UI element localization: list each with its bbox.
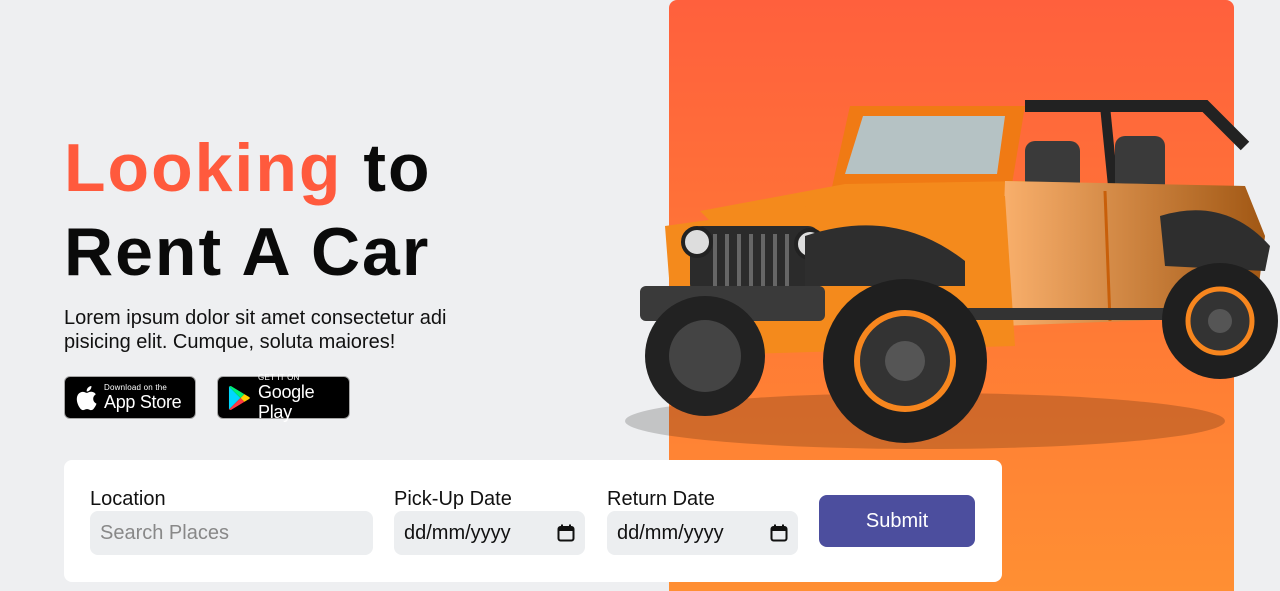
hero-title-accent: Looking — [64, 130, 343, 206]
apple-icon — [76, 385, 97, 410]
hero-title-word: to — [363, 130, 432, 206]
return-date-input[interactable]: dd/mm/yyyy — [607, 511, 798, 555]
location-label: Location — [90, 488, 166, 510]
google-play-big-text: Google Play — [258, 382, 315, 422]
app-store-small-text: Download on the — [104, 383, 168, 392]
hero-description: Lorem ipsum dolor sit amet consectetur a… — [64, 307, 447, 353]
app-store-button[interactable]: Download on the App Store — [64, 376, 196, 419]
google-play-icon — [228, 385, 250, 410]
calendar-icon[interactable] — [770, 524, 788, 542]
return-date-value: dd/mm/yyyy — [617, 521, 724, 544]
pickup-date-input[interactable]: dd/mm/yyyy — [394, 511, 585, 555]
google-play-small-text: GET IT ON — [258, 373, 300, 382]
hero-title-line2: Rent A Car — [64, 214, 431, 290]
pickup-date-value: dd/mm/yyyy — [404, 521, 511, 544]
search-form: Location Search Places Pick-Up Date dd/m… — [64, 460, 1002, 582]
location-search-input[interactable]: Search Places — [90, 511, 373, 555]
calendar-icon[interactable] — [557, 524, 575, 542]
submit-button[interactable]: Submit — [819, 495, 975, 547]
jeep-car-image — [625, 100, 1278, 449]
pickup-date-label: Pick-Up Date — [394, 488, 512, 510]
app-store-big-text: App Store — [104, 392, 182, 412]
hero-title: Looking to Rent A Car — [64, 126, 432, 294]
google-play-button[interactable]: GET IT ON Google Play — [217, 373, 350, 422]
return-date-label: Return Date — [607, 488, 715, 510]
